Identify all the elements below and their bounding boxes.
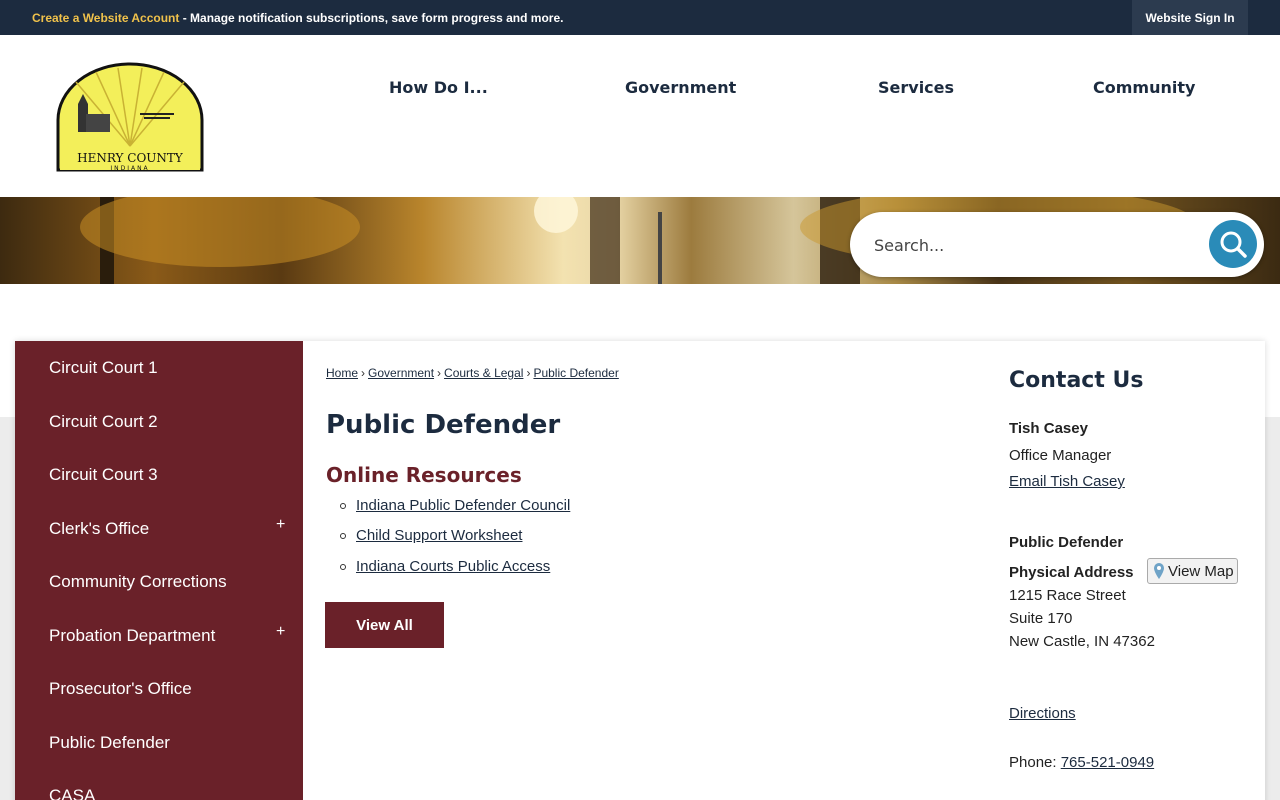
phone-row: Phone: 765-521-0949: [1009, 754, 1154, 771]
sidebar-item-community-corrections[interactable]: Community Corrections: [49, 572, 227, 592]
phone-label: Phone:: [1009, 754, 1061, 771]
address-line-1: 1215 Race Street: [1009, 587, 1126, 604]
sidebar-item-public-defender[interactable]: Public Defender: [49, 733, 170, 753]
search-bar: [850, 212, 1264, 277]
sidebar-nav: Circuit Court 1 Circuit Court 2 Circuit …: [15, 341, 303, 800]
online-resources-heading: Online Resources: [326, 463, 522, 487]
breadcrumb: Home › Government › Courts & Legal › Public De…: [326, 366, 619, 380]
view-all-button[interactable]: View All: [325, 602, 444, 648]
sidebar-item-circuit-court-2[interactable]: Circuit Court 2: [49, 412, 158, 432]
page-title: Public Defender: [326, 410, 561, 440]
sidebar-item-probation-department[interactable]: Probation Department: [49, 626, 215, 646]
sidebar-item-circuit-court-3[interactable]: Circuit Court 3: [49, 465, 158, 485]
nav-how-do-i[interactable]: How Do I...: [389, 78, 488, 97]
sidebar-item-circuit-court-1[interactable]: Circuit Court 1: [49, 358, 158, 378]
contact-name: Tish Casey: [1009, 420, 1088, 437]
address-line-3: New Castle, IN 47362: [1009, 633, 1155, 650]
phone-link[interactable]: 765-521-0949: [1061, 754, 1154, 771]
expand-clerks-office-icon[interactable]: +: [276, 516, 285, 534]
search-icon: [1220, 231, 1247, 258]
resource-link-pd-council[interactable]: Indiana Public Defender Council: [356, 497, 570, 514]
resource-link-child-support[interactable]: Child Support Worksheet: [356, 527, 522, 544]
view-map-label: View Map: [1168, 562, 1234, 580]
create-account-link[interactable]: Create a Website Account: [32, 11, 179, 25]
view-map-button[interactable]: View Map: [1147, 558, 1238, 584]
nav-community[interactable]: Community: [1093, 78, 1195, 97]
bullet-icon: [340, 503, 346, 509]
email-link[interactable]: Email Tish Casey: [1009, 473, 1125, 490]
sidebar-item-clerks-office[interactable]: Clerk's Office: [49, 519, 149, 539]
breadcrumb-separator: ›: [361, 366, 366, 380]
breadcrumb-government[interactable]: Government: [368, 366, 434, 380]
expand-probation-icon[interactable]: +: [276, 623, 285, 641]
contact-role: Office Manager: [1009, 447, 1112, 464]
bullet-icon: [340, 533, 346, 539]
logo-text-state: INDIANA: [110, 165, 149, 172]
breadcrumb-public-defender[interactable]: Public Defender: [533, 366, 618, 380]
bullet-icon: [340, 564, 346, 570]
department-name: Public Defender: [1009, 534, 1124, 551]
address-label: Physical Address: [1009, 564, 1134, 581]
site-header: HENRY COUNTY INDIANA How Do I... Governm…: [0, 35, 1280, 197]
sidebar-item-prosecutors-office[interactable]: Prosecutor's Office: [49, 679, 192, 699]
address-line-2: Suite 170: [1009, 610, 1073, 627]
website-sign-in-button[interactable]: Website Sign In: [1132, 0, 1248, 35]
resource-link-courts-access[interactable]: Indiana Courts Public Access: [356, 558, 550, 575]
breadcrumb-separator: ›: [526, 366, 531, 380]
search-button[interactable]: [1209, 220, 1257, 268]
map-pin-icon: [1154, 563, 1164, 579]
search-input[interactable]: [874, 232, 1194, 258]
nav-services[interactable]: Services: [878, 78, 954, 97]
directions-link[interactable]: Directions: [1009, 705, 1076, 722]
logo-icon: HENRY COUNTY INDIANA: [56, 62, 204, 172]
nav-government[interactable]: Government: [625, 78, 736, 97]
breadcrumb-home[interactable]: Home: [326, 366, 358, 380]
logo-text-county: HENRY COUNTY: [77, 151, 184, 165]
account-message-text: - Manage notification subscriptions, sav…: [179, 11, 564, 25]
sidebar-item-casa[interactable]: CASA: [49, 786, 95, 800]
breadcrumb-courts-legal[interactable]: Courts & Legal: [444, 366, 523, 380]
breadcrumb-separator: ›: [437, 366, 442, 380]
henry-county-logo[interactable]: HENRY COUNTY INDIANA: [56, 62, 204, 172]
account-message: Create a Website Account - Manage notifi…: [32, 11, 563, 25]
top-bar: Create a Website Account - Manage notifi…: [0, 0, 1280, 35]
contact-heading: Contact Us: [1009, 368, 1144, 393]
